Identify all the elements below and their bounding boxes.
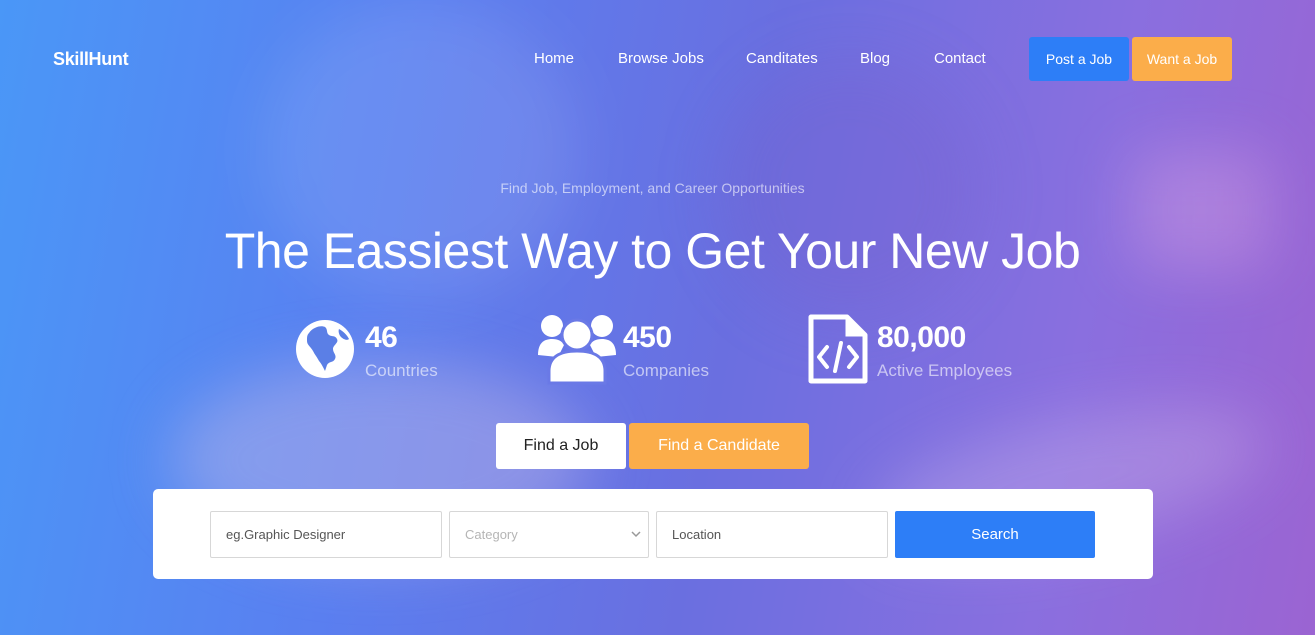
want-job-button[interactable]: Want a Job	[1132, 37, 1232, 81]
search-panel: eg.Graphic Designer Category Location Se…	[153, 489, 1153, 579]
post-job-button[interactable]: Post a Job	[1029, 37, 1129, 81]
stat-value: 80,000	[877, 321, 966, 354]
location-input[interactable]: Location	[656, 511, 888, 558]
stat-label: Countries	[365, 361, 438, 380]
stat-label: Active Employees	[877, 361, 1013, 380]
nav-home[interactable]: Home	[534, 50, 574, 67]
hero-headline: The Eassiest Way to Get Your New Job	[224, 223, 1081, 279]
stat-countries: 46 Countries	[295, 313, 455, 385]
nav-browse-jobs[interactable]: Browse Jobs	[618, 50, 704, 67]
code-file-icon	[807, 313, 869, 390]
stat-value: 450	[623, 321, 672, 354]
category-select-value: Category	[465, 527, 518, 542]
site-header: SkillHunt Home Browse Jobs Canditates Bl…	[0, 0, 1315, 118]
nav-contact[interactable]: Contact	[934, 50, 986, 67]
nav-blog[interactable]: Blog	[860, 50, 890, 67]
nav-candidates[interactable]: Canditates	[746, 50, 818, 67]
brand-logo[interactable]: SkillHunt	[53, 49, 129, 70]
hero-tagline: Find Job, Employment, and Career Opportu…	[500, 180, 805, 196]
chevron-down-icon	[630, 528, 642, 543]
keyword-input[interactable]: eg.Graphic Designer	[210, 511, 442, 558]
stat-value: 46	[365, 321, 398, 354]
tab-find-candidate[interactable]: Find a Candidate	[629, 423, 809, 469]
tab-find-job[interactable]: Find a Job	[496, 423, 626, 469]
search-button[interactable]: Search	[895, 511, 1095, 558]
stat-label: Companies	[623, 361, 709, 380]
stat-companies: 450 Companies	[538, 313, 718, 385]
category-select[interactable]: Category	[449, 511, 649, 558]
globe-icon	[295, 313, 357, 384]
stat-employees: 80,000 Active Employees	[807, 313, 1027, 385]
users-icon	[538, 313, 616, 390]
